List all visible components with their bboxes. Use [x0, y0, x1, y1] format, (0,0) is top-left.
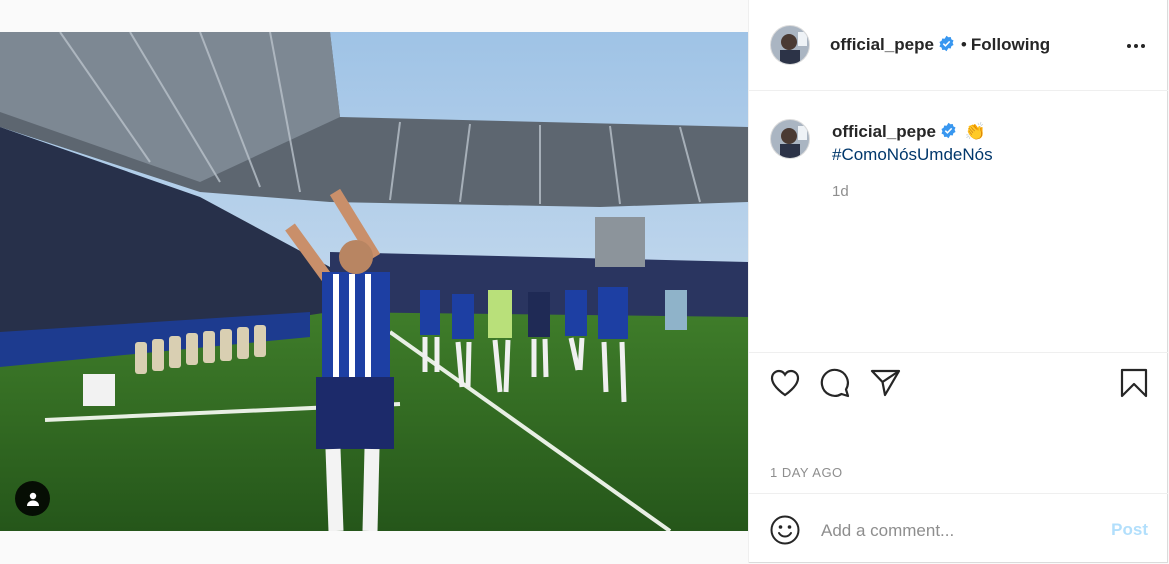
clapping-emoji: 👏	[964, 122, 986, 141]
header-separator: •	[960, 35, 967, 54]
save-button[interactable]	[1118, 367, 1150, 399]
post-comment-button[interactable]: Post	[1111, 520, 1148, 540]
paper-plane-icon	[870, 369, 901, 397]
author-username-link[interactable]: official_pepe	[830, 35, 934, 54]
caption-avatar[interactable]	[770, 119, 810, 159]
caption-timestamp: 1d	[832, 183, 849, 200]
caption-text: official_pepe 👏	[832, 122, 986, 142]
verified-badge-icon	[941, 122, 956, 139]
post-header: official_pepe • Following	[749, 0, 1168, 91]
action-bar	[749, 353, 1168, 413]
more-options-icon	[1127, 44, 1145, 48]
share-button[interactable]	[869, 367, 901, 399]
bookmark-icon	[1120, 368, 1148, 398]
avatar[interactable]	[770, 25, 810, 65]
header-user-line: official_pepe • Following	[830, 35, 1050, 55]
photo-illustration	[0, 32, 748, 531]
caption-username-link[interactable]: official_pepe	[832, 122, 936, 141]
post-media	[0, 0, 748, 563]
post-container: official_pepe • Following official_pepe …	[0, 0, 1168, 563]
smiley-icon	[770, 515, 800, 545]
caption-section: official_pepe 👏 #ComoNósUmdeNós 1d	[749, 91, 1168, 353]
following-button[interactable]: Following	[971, 35, 1050, 54]
hashtag-link[interactable]: #ComoNósUmdeNós	[832, 145, 993, 165]
comment-button[interactable]	[819, 367, 851, 399]
user-tags-button[interactable]	[15, 481, 50, 516]
verified-badge-icon	[939, 35, 954, 52]
avatar-image	[771, 26, 809, 64]
comment-input[interactable]	[819, 516, 1093, 546]
add-comment-bar: Post	[749, 493, 1168, 563]
like-button[interactable]	[769, 367, 801, 399]
emoji-picker-button[interactable]	[769, 514, 801, 546]
post-date[interactable]: 1 DAY AGO	[770, 465, 843, 480]
comment-icon	[820, 368, 850, 398]
heart-icon	[770, 369, 800, 397]
user-icon	[26, 492, 39, 506]
post-sidebar: official_pepe • Following official_pepe …	[748, 0, 1168, 563]
more-options-button[interactable]	[1126, 36, 1146, 56]
caption-avatar-image	[771, 120, 809, 158]
stadium-photo[interactable]	[0, 32, 748, 531]
